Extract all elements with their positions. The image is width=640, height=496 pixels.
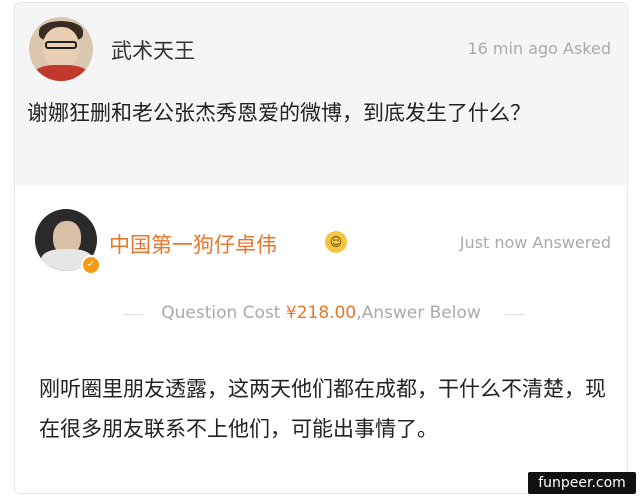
answer-text: 刚听圈里朋友透露，这两天他们都在成都，干什么不清楚，现在很多朋友联系不上他们，可… — [39, 377, 606, 441]
answerer-name[interactable]: 中国第一狗仔卓伟 — [109, 229, 277, 259]
cost-price: ¥218.00 — [285, 303, 357, 323]
cost-suffix: ,Answer Below — [356, 303, 481, 323]
question-cost: Question Cost ¥218.00,Answer Below — [15, 303, 627, 323]
question-text: 谢娜狂删和老公张杰秀恩爱的微博，到底发生了什么？ — [27, 101, 531, 125]
watermark-label: funpeer.com — [528, 472, 636, 494]
asker-avatar[interactable] — [29, 17, 93, 81]
cost-prefix: Question Cost — [161, 303, 286, 323]
question-section: 武术天王 16 min ago Asked 谢娜狂删和老公张杰秀恩爱的微博，到底… — [15, 3, 627, 185]
question-timestamp: 16 min ago Asked — [467, 39, 611, 58]
divider-right — [505, 314, 525, 315]
answer-timestamp: Just now Answered — [459, 233, 611, 252]
qa-card: 武术天王 16 min ago Asked 谢娜狂删和老公张杰秀恩爱的微博，到底… — [14, 2, 628, 494]
verified-badge-icon: ✓ — [81, 255, 101, 275]
asker-name[interactable]: 武术天王 — [111, 35, 195, 65]
laughing-emoji-icon: ☺ — [325, 231, 347, 253]
